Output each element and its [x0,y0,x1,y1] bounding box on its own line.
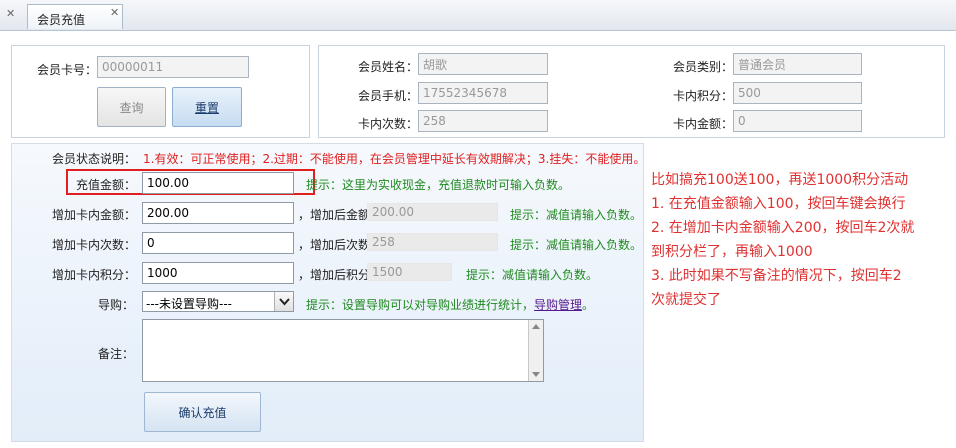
tab-label: 会员充值 [37,13,86,27]
remark-label: 备注： [98,347,135,361]
guide-management-link[interactable]: 导购管理 [534,298,582,312]
add-points-input[interactable] [142,262,294,284]
guide-label: 导购： [98,298,135,312]
member-name-field[interactable] [418,53,548,75]
add-amount-hint: 提示：减值请输入负数。 [510,208,643,222]
annotation-line: 2. 在增加卡内金额输入200，按回车2次就 [651,220,915,236]
add-amount-input[interactable] [142,202,294,224]
add-times-label: 增加卡内次数： [52,238,137,252]
tab-member-recharge[interactable]: 会员充值 ✕ [27,4,123,29]
add-times-hint: 提示：减值请输入负数。 [510,238,643,252]
card-times-field[interactable] [418,110,548,132]
annotation-line: 1. 在充值金额输入100，按回车键会换行 [651,196,906,212]
card-times-label: 卡内次数： [358,117,419,131]
recharge-hint: 提示：这里为实收现金，充值退款时可输入负数。 [306,178,571,192]
status-label: 会员状态说明： [52,152,137,166]
annotation-line: 次就提交了 [651,292,721,308]
guide-hint: 提示：设置导购可以对导购业绩进行统计，导购管理。 [306,296,594,313]
add-amount-label: 增加卡内金额： [52,208,137,222]
chevron-down-icon[interactable] [274,292,293,311]
card-no-input[interactable] [97,56,249,78]
after-times-label: ，增加后次数 [298,238,371,252]
after-points-label: ，增加后积分 [298,268,371,282]
card-points-label: 卡内积分： [673,89,734,103]
tab-close-icon[interactable]: ✕ [110,7,119,18]
add-points-hint: 提示：减值请输入负数。 [466,268,599,282]
confirm-recharge-button[interactable]: 确认充值 [144,392,261,432]
annotation-note: 比如搞充100送100，再送1000积分活动 1. 在充值金额输入100，按回车… [651,168,951,312]
guide-select[interactable]: ---未设置导购--- [142,291,294,312]
remark-scrollbar[interactable] [528,320,543,381]
guide-hint-suffix: 。 [582,298,595,312]
after-amount-field[interactable] [367,203,498,221]
tab-bar: ✕ 会员充值 ✕ [0,0,956,31]
add-times-input[interactable] [142,232,294,254]
scroll-down-icon[interactable] [532,372,540,378]
recharge-amount-input[interactable] [142,172,294,194]
member-phone-field[interactable] [418,82,548,104]
guide-hint-text: 提示：设置导购可以对导购业绩进行统计， [306,298,535,312]
after-amount-label: ，增加后金额 [298,208,371,222]
status-description: 1.有效：可正常使用；2.过期：不能使用，在会员管理中延长有效期解决；3.挂失：… [143,152,646,166]
member-category-label: 会员类别： [673,60,734,74]
annotation-line: 到积分栏了，再输入1000 [651,244,813,260]
scroll-up-icon[interactable] [532,323,540,329]
member-name-label: 会员姓名： [358,60,419,74]
guide-selected-value: ---未设置导购--- [146,297,232,311]
after-points-field[interactable] [367,263,452,281]
reset-button[interactable]: 重置 [172,87,242,127]
query-button[interactable]: 查询 [97,87,166,127]
recharge-amount-label: 充值金额： [76,178,137,192]
after-times-field[interactable] [367,233,498,251]
card-amount-label: 卡内金额： [673,117,734,131]
card-no-label: 会员卡号： [37,63,98,77]
member-phone-label: 会员手机： [358,89,419,103]
annotation-line: 3. 此时如果不写备注的情况下，按回车2 [651,268,902,284]
remark-textarea[interactable] [142,319,544,382]
add-points-label: 增加卡内积分： [52,268,137,282]
member-category-field[interactable] [733,53,862,75]
annotation-line: 比如搞充100送100，再送1000积分活动 [651,172,909,188]
card-points-field[interactable] [733,82,862,104]
close-icon[interactable]: ✕ [6,8,15,19]
card-amount-field[interactable] [733,110,862,132]
